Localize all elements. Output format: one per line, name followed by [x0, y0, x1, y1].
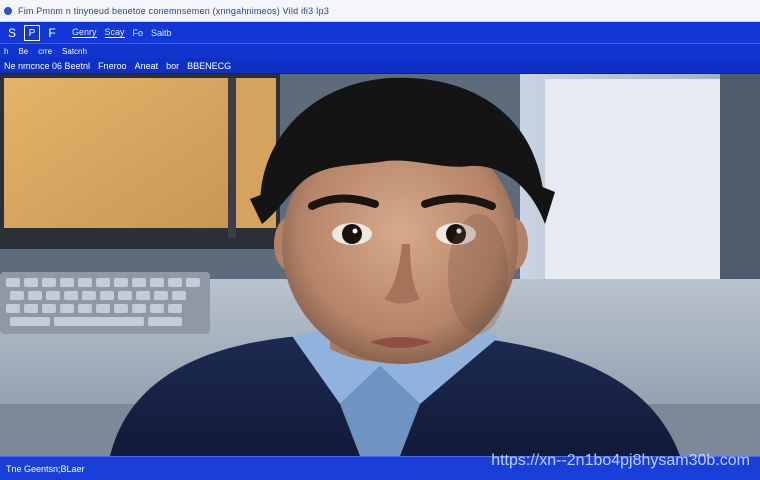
- menu-button-s[interactable]: S: [4, 25, 20, 41]
- toolbar: h Be crre Satcnh: [0, 44, 760, 58]
- menu-item-3[interactable]: Fo: [133, 28, 144, 38]
- keyboard-shape: [0, 272, 210, 334]
- address-segment-5: BBENECG: [187, 60, 232, 71]
- address-bar[interactable]: Ne nmcnce 06 Beetnl Fneroo Aneat bor BBE…: [0, 58, 760, 74]
- app-icon: [4, 6, 12, 15]
- menu-item-2[interactable]: Scay: [104, 27, 125, 38]
- status-text: Tne Geentsn;BLaer: [6, 463, 85, 474]
- address-segment-3: Aneat: [134, 60, 159, 71]
- toolbar-item-4[interactable]: Satcnh: [62, 47, 87, 56]
- menu-item-4[interactable]: Saitb: [151, 28, 172, 38]
- menu-bar: S P F Genry Scay Fo Saitb: [0, 22, 760, 44]
- menu-item-1[interactable]: Genry: [72, 27, 97, 38]
- portrait-photo: [0, 74, 760, 456]
- menu-button-f[interactable]: F: [44, 25, 60, 41]
- window-title: Fim Pmnm n tinyneud benetoe conemnsemen …: [18, 5, 330, 16]
- toolbar-item-3[interactable]: crre: [38, 47, 52, 56]
- menu-button-p[interactable]: P: [24, 24, 40, 41]
- title-bar: Fim Pmnm n tinyneud benetoe conemnsemen …: [0, 0, 760, 22]
- toolbar-item-1[interactable]: h: [4, 47, 8, 56]
- toolbar-item-2[interactable]: Be: [18, 47, 28, 56]
- address-segment-4: bor: [166, 60, 180, 71]
- photo-viewport: [0, 74, 760, 456]
- watermark-url: https://xn--2n1bo4pj8hysam30b.com: [491, 452, 750, 469]
- address-segment-1: Ne nmcnce 06 Beetnl: [4, 60, 91, 71]
- address-segment-2: Fneroo: [98, 60, 127, 71]
